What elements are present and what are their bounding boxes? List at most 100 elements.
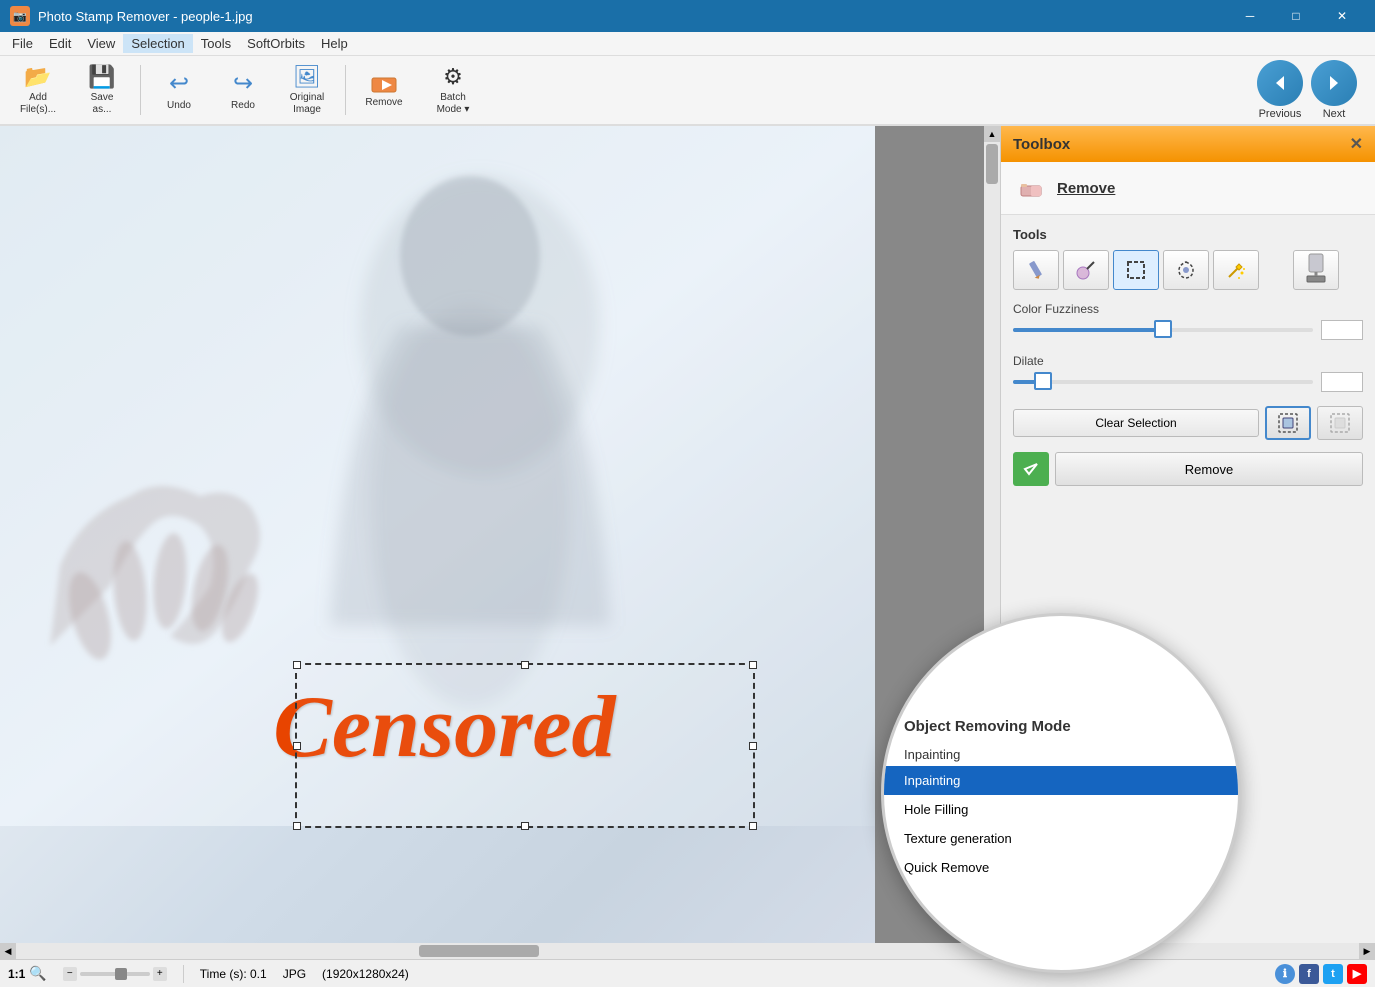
color-fuzziness-value[interactable]: 50: [1321, 320, 1363, 340]
remove-eraser-icon: [1015, 172, 1047, 204]
vertical-scrollbar[interactable]: ▲ ▼: [984, 126, 1000, 943]
next-label: Next: [1323, 108, 1346, 120]
clear-selection-button[interactable]: Clear Selection: [1013, 409, 1259, 437]
time-section: Time (s): 0.1: [200, 967, 267, 981]
color-fuzziness-slider-container: 50: [1013, 320, 1363, 340]
toolbar-sep-2: [345, 65, 346, 115]
load-selection-button[interactable]: [1317, 406, 1363, 440]
selection-handle-ml[interactable]: [293, 742, 301, 750]
zoom-section: 1:1 🔍: [8, 965, 47, 982]
close-button[interactable]: ✕: [1319, 0, 1365, 32]
redo-icon: ↪: [233, 69, 253, 98]
horizontal-scrollbar[interactable]: ◀ ▶: [0, 943, 1375, 959]
menu-edit[interactable]: Edit: [41, 34, 79, 53]
titlebar: 📷 Photo Stamp Remover - people-1.jpg ─ □…: [0, 0, 1375, 32]
zoom-plus-button[interactable]: +: [153, 967, 167, 981]
hscroll-track[interactable]: [16, 943, 1359, 959]
magic-fill-button[interactable]: [1213, 250, 1259, 290]
dilate-slider-container: 2: [1013, 372, 1363, 392]
canvas-area[interactable]: Censored ▲ ▼: [0, 126, 1000, 943]
toolbox-section-title: Remove: [1057, 180, 1115, 197]
remove-action-button[interactable]: Remove: [1055, 452, 1363, 486]
pencil-tool-button[interactable]: [1013, 250, 1059, 290]
next-button[interactable]: [1311, 60, 1357, 106]
confirm-button[interactable]: [1013, 452, 1049, 486]
menu-softorbits[interactable]: SoftOrbits: [239, 34, 313, 53]
batch-mode-label: BatchMode ▾: [437, 92, 470, 116]
scroll-thumb-v[interactable]: [986, 144, 998, 184]
dilate-thumb[interactable]: [1034, 372, 1052, 390]
minimize-button[interactable]: ─: [1227, 0, 1273, 32]
selection-handle-tl[interactable]: [293, 661, 301, 669]
color-fuzziness-thumb[interactable]: [1154, 320, 1172, 338]
rect-select-button[interactable]: [1113, 250, 1159, 290]
previous-button[interactable]: [1257, 60, 1303, 106]
zoom-minus-button[interactable]: −: [63, 967, 77, 981]
undo-button[interactable]: ↩ Undo: [149, 60, 209, 120]
next-nav[interactable]: Next: [1311, 60, 1357, 120]
previous-label: Previous: [1259, 108, 1302, 120]
remove-button[interactable]: Remove: [354, 60, 414, 120]
zoom-slider-track[interactable]: [80, 972, 150, 976]
time-label: Time (s): 0.1: [200, 967, 267, 981]
youtube-button[interactable]: ▶: [1347, 964, 1367, 984]
original-image-label: OriginalImage: [290, 92, 324, 116]
toolbar: 📂 AddFile(s)... 💾 Saveas... ↩ Undo ↪ Red…: [0, 56, 1375, 126]
app-icon: 📷: [10, 6, 30, 26]
batch-mode-button[interactable]: ⚙ BatchMode ▾: [418, 60, 488, 120]
menu-view[interactable]: View: [79, 34, 123, 53]
save-as-label: Saveas...: [91, 92, 114, 116]
selection-handle-bm[interactable]: [521, 822, 529, 830]
window-controls: ─ □ ✕: [1227, 0, 1365, 32]
magic-wand-button[interactable]: [1063, 250, 1109, 290]
selection-handle-mr[interactable]: [749, 742, 757, 750]
selection-handle-br[interactable]: [749, 822, 757, 830]
scroll-up-arrow[interactable]: ▲: [984, 126, 1000, 142]
menu-selection[interactable]: Selection: [123, 34, 192, 53]
dimensions-label: (1920x1280x24): [322, 967, 409, 981]
selection-rectangle[interactable]: [295, 663, 755, 828]
object-removing-section: Remove: [1013, 452, 1363, 486]
tools-row: [1013, 250, 1363, 290]
selection-handle-bl[interactable]: [293, 822, 301, 830]
add-files-button[interactable]: 📂 AddFile(s)...: [8, 60, 68, 120]
hscroll-thumb[interactable]: [419, 945, 539, 957]
toolbar-sep-1: [140, 65, 141, 115]
selection-handle-tm[interactable]: [521, 661, 529, 669]
smart-select-button[interactable]: [1163, 250, 1209, 290]
stamp-tool-button[interactable]: [1293, 250, 1339, 290]
menu-file[interactable]: File: [4, 34, 41, 53]
maximize-button[interactable]: □: [1273, 0, 1319, 32]
photo-canvas: Censored: [0, 126, 875, 943]
redo-button[interactable]: ↪ Redo: [213, 60, 273, 120]
dilate-control: Dilate 2: [1013, 354, 1363, 392]
twitter-button[interactable]: t: [1323, 964, 1343, 984]
undo-label: Undo: [167, 100, 191, 111]
tools-section-label: Tools: [1013, 227, 1363, 242]
color-fuzziness-track[interactable]: [1013, 328, 1313, 332]
toolbox-remove-header: Remove: [1001, 162, 1375, 215]
original-image-button[interactable]: 🖼 OriginalImage: [277, 60, 337, 120]
save-selection-button[interactable]: [1265, 406, 1311, 440]
add-files-label: AddFile(s)...: [20, 92, 56, 116]
facebook-button[interactable]: f: [1299, 964, 1319, 984]
toolbox-close-button[interactable]: ✕: [1350, 134, 1363, 154]
menu-help[interactable]: Help: [313, 34, 356, 53]
menu-tools[interactable]: Tools: [193, 34, 239, 53]
toolbox-header: Toolbox ✕: [1001, 126, 1375, 162]
add-files-icon: 📂: [24, 64, 51, 90]
previous-nav[interactable]: Previous: [1257, 60, 1303, 120]
remove-label: Remove: [365, 97, 402, 108]
selection-handle-tr[interactable]: [749, 661, 757, 669]
toolbox-title: Toolbox: [1013, 136, 1070, 153]
smart-select-icon: [1175, 259, 1197, 281]
scroll-right-arrow[interactable]: ▶: [1359, 943, 1375, 959]
zoom-slider-thumb[interactable]: [115, 968, 127, 980]
pencil-icon: [1025, 259, 1047, 281]
scroll-down-arrow[interactable]: ▼: [984, 927, 1000, 943]
dilate-track[interactable]: [1013, 380, 1313, 384]
scroll-left-arrow[interactable]: ◀: [0, 943, 16, 959]
save-as-button[interactable]: 💾 Saveas...: [72, 60, 132, 120]
dilate-value[interactable]: 2: [1321, 372, 1363, 392]
info-icon-button[interactable]: ℹ: [1275, 964, 1295, 984]
